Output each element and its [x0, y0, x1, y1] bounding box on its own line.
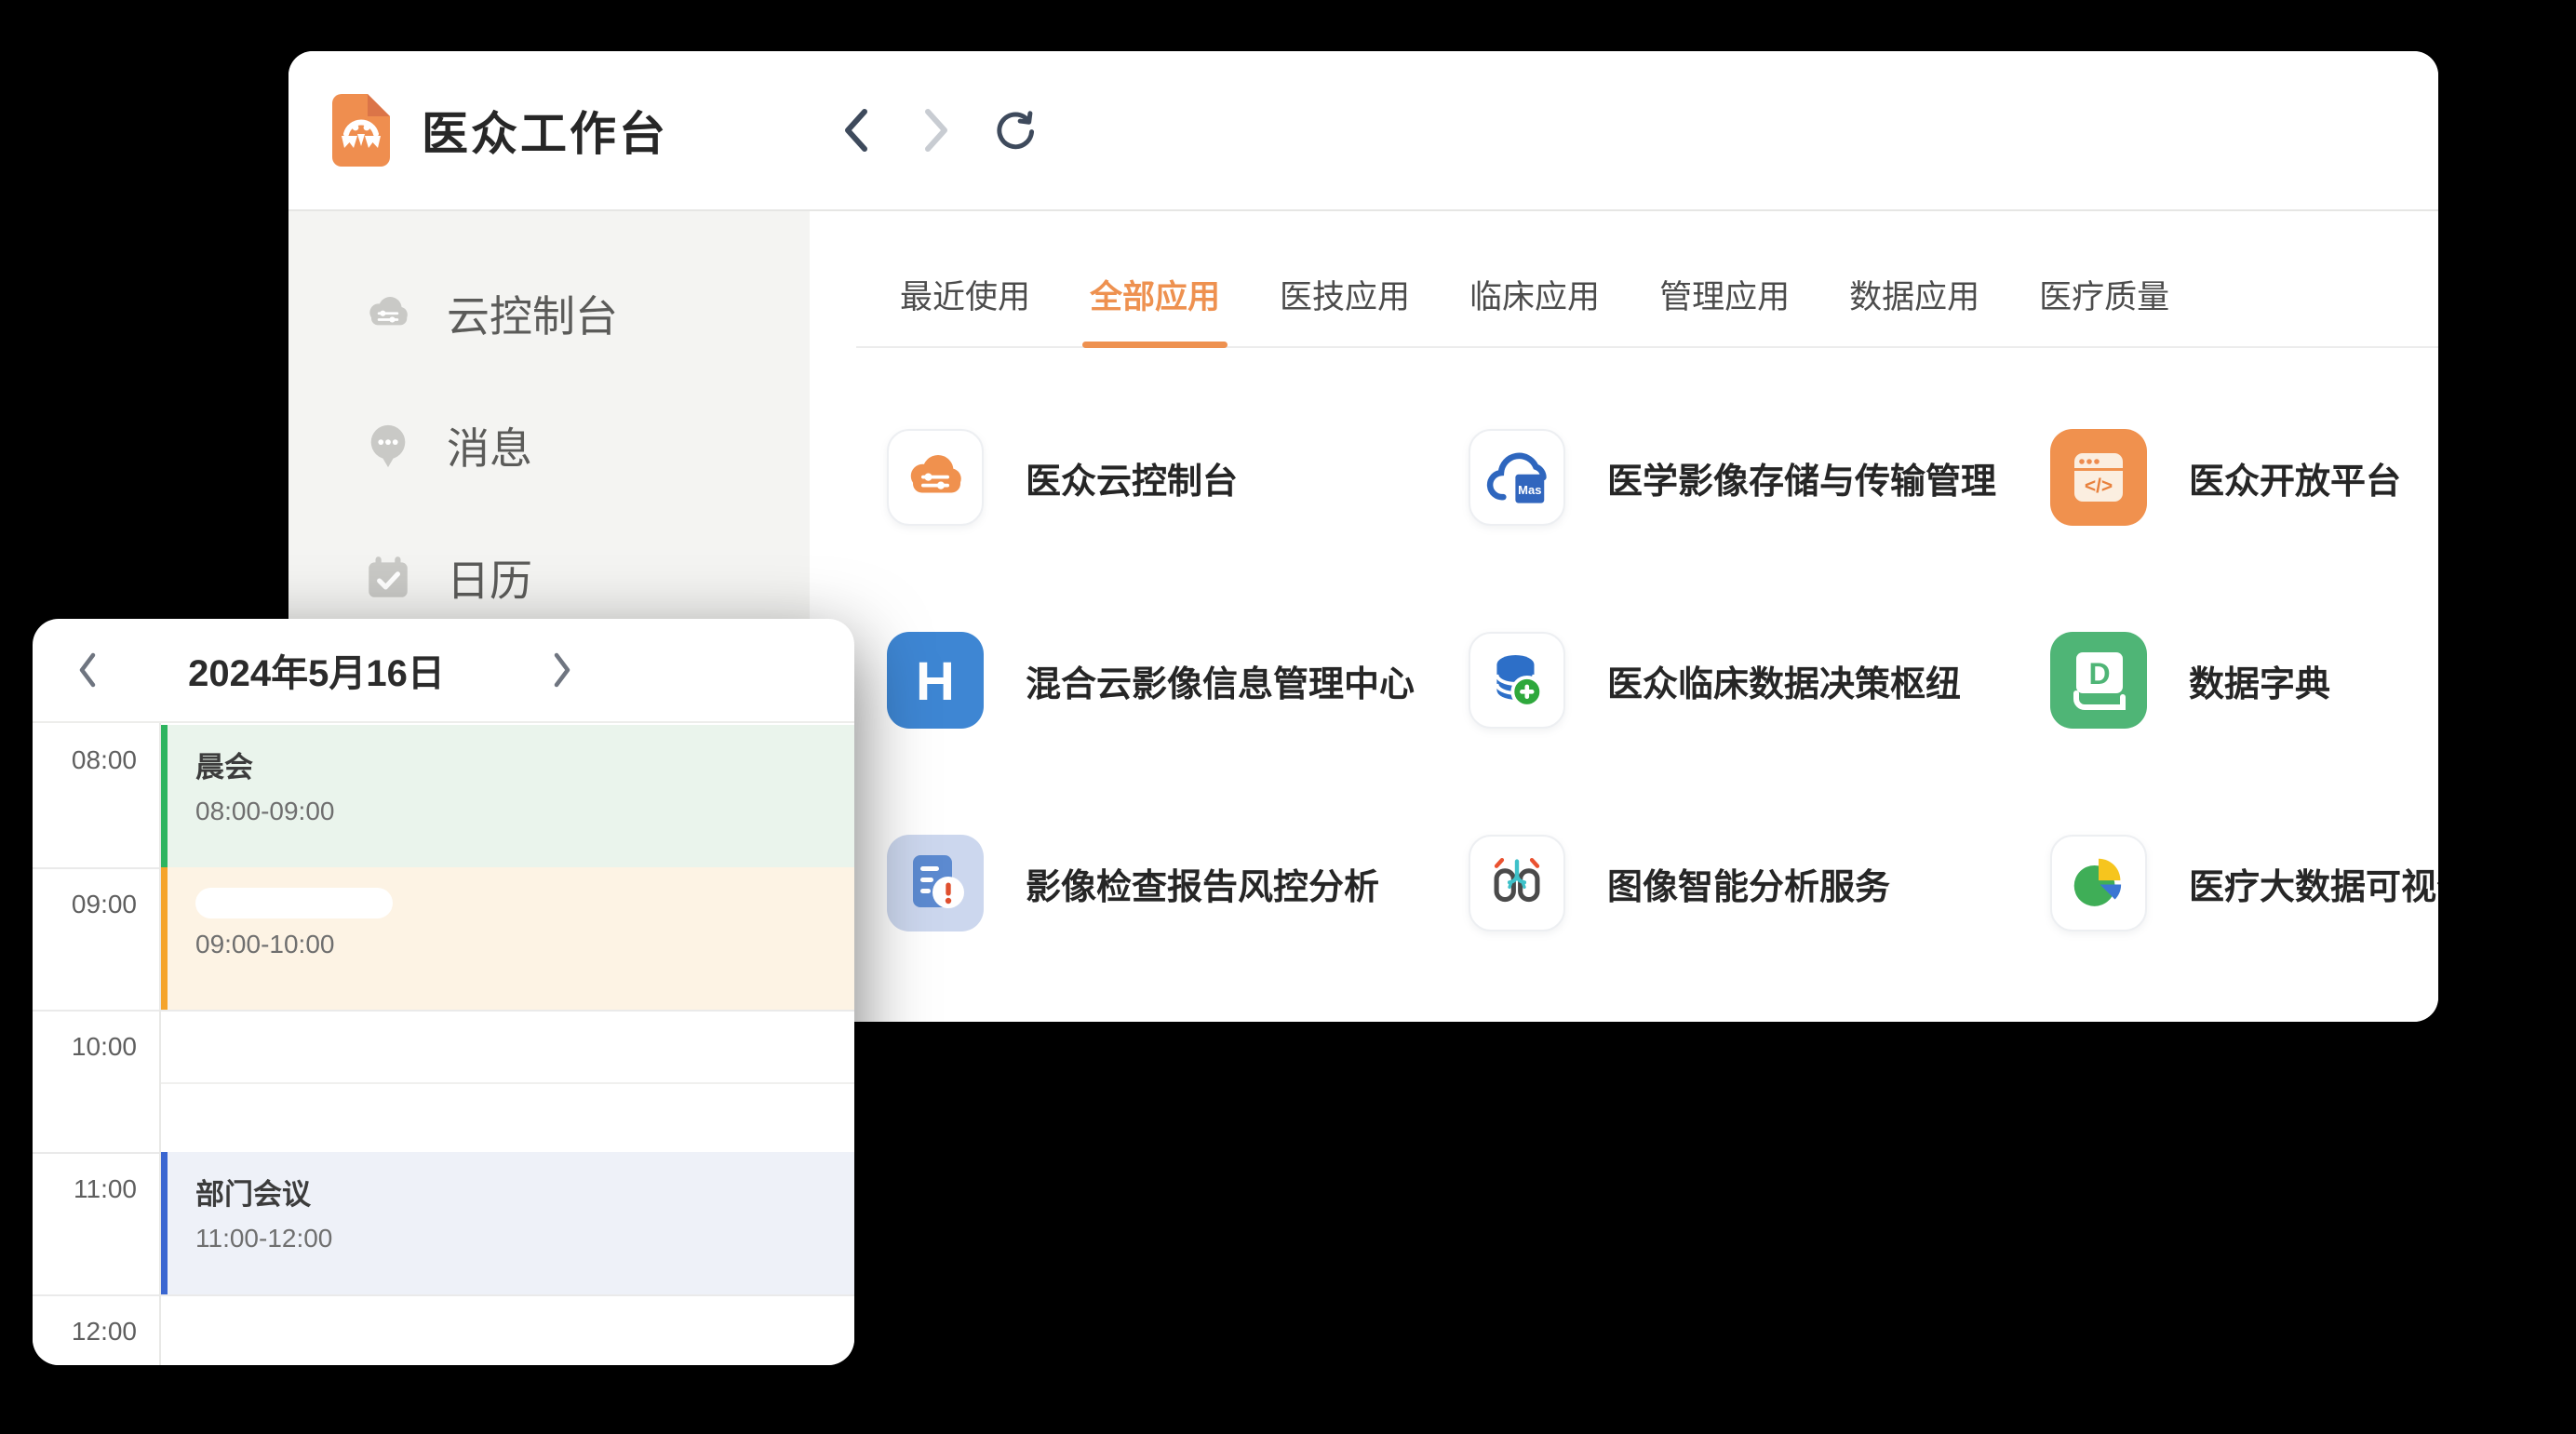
- time-label: 10:00: [33, 1032, 137, 1062]
- svg-text:D: D: [2088, 657, 2110, 690]
- app-big-data-visualization[interactable]: 医疗大数据可视化: [2050, 835, 2438, 931]
- app-clinical-data-hub[interactable]: 医众临床数据决策枢纽: [1469, 632, 2050, 729]
- title-bar: 医众工作台: [288, 51, 2438, 211]
- app-label: 混合云影像信息管理中心: [1026, 655, 1415, 706]
- screenshot-stage: 医众工作台: [0, 0, 2576, 1434]
- window-title: 医众工作台: [422, 97, 668, 164]
- half-hour-gridline: [161, 1082, 854, 1084]
- back-button[interactable]: [834, 101, 879, 160]
- cloud-mas-icon: Mas: [1469, 429, 1565, 526]
- app-label: 影像检查报告风控分析: [1026, 858, 1379, 909]
- time-label: 11:00: [33, 1174, 137, 1204]
- app-image-ai-analysis[interactable]: 图像智能分析服务: [1469, 835, 2050, 931]
- app-image-storage-transfer[interactable]: Mas 医学影像存储与传输管理: [1469, 429, 2050, 526]
- calendar-date-title: 2024年5月16日: [135, 643, 498, 697]
- browser-nav: [834, 51, 1039, 209]
- app-report-risk-analysis[interactable]: 影像检查报告风控分析: [887, 835, 1469, 931]
- app-label: 医众云控制台: [1026, 452, 1238, 503]
- tab-bar: 最近使用 全部应用 医技应用 临床应用 管理应用 数据应用 医疗质量: [856, 211, 2438, 348]
- svg-text:</>: </>: [2085, 476, 2113, 497]
- tab-clinical-apps[interactable]: 临床应用: [1469, 271, 1600, 346]
- event-time: 11:00-12:00: [195, 1224, 854, 1253]
- app-grid: 医众云控制台 Mas 医学影像存储与传输管理: [887, 429, 2438, 931]
- tab-all-apps[interactable]: 全部应用: [1090, 271, 1220, 346]
- event-time: 09:00-10:00: [195, 930, 854, 959]
- app-logo-icon: [332, 94, 390, 167]
- event-title: 部门会议: [195, 1171, 854, 1213]
- app-label: 医众开放平台: [2189, 452, 2401, 503]
- app-label: 数据字典: [2189, 655, 2330, 706]
- app-hybrid-cloud-imaging[interactable]: H 混合云影像信息管理中心: [887, 632, 1469, 729]
- app-label: 图像智能分析服务: [1607, 858, 1890, 909]
- letter-h-icon: H: [887, 632, 984, 729]
- app-cloud-console[interactable]: 医众云控制台: [887, 429, 1469, 526]
- database-plus-icon: [1469, 632, 1565, 729]
- event-time: 08:00-09:00: [195, 797, 854, 826]
- tab-recently-used[interactable]: 最近使用: [900, 271, 1030, 346]
- cloud-console-icon: [363, 288, 413, 339]
- open-platform-code-icon: </>: [2050, 429, 2147, 526]
- event-department-meeting[interactable]: 部门会议 11:00-12:00: [161, 1152, 854, 1294]
- svg-text:Mas: Mas: [1518, 483, 1541, 497]
- calendar-prev-button[interactable]: [64, 642, 109, 698]
- tab-medical-quality[interactable]: 医疗质量: [2039, 271, 2169, 346]
- chevron-left-icon: [840, 104, 872, 156]
- calendar-next-button[interactable]: [541, 642, 585, 698]
- pie-chart-icon: [2050, 835, 2147, 931]
- app-open-platform[interactable]: </> 医众开放平台: [2050, 429, 2438, 526]
- sidebar-item-messages[interactable]: 消息: [363, 401, 810, 490]
- cloud-sliders-icon: [887, 429, 984, 526]
- calendar-day-grid: 08:00 09:00 10:00 11:00 12:00 晨会 08:00-0…: [33, 723, 854, 1365]
- app-label: 医众临床数据决策枢纽: [1607, 655, 1961, 706]
- app-label: 医疗大数据可视化: [2189, 858, 2438, 909]
- sidebar-item-cloud-console[interactable]: 云控制台: [363, 269, 810, 358]
- chevron-right-icon: [920, 104, 952, 156]
- forward-button[interactable]: [914, 101, 959, 160]
- tab-data-apps[interactable]: 数据应用: [1849, 271, 1979, 346]
- time-label: 12:00: [33, 1317, 137, 1347]
- time-label: 08:00: [33, 745, 137, 775]
- refresh-button[interactable]: [994, 101, 1039, 160]
- refresh-icon: [994, 103, 1039, 157]
- sidebar-item-label: 消息: [447, 415, 532, 476]
- sidebar-item-label: 云控制台: [447, 283, 618, 344]
- event-title: 晨会: [195, 744, 854, 785]
- calendar-panel: 2024年5月16日 08:00 09:00 10:00 11:00: [33, 619, 854, 1365]
- app-label: 医学影像存储与传输管理: [1607, 452, 1996, 503]
- tab-management-apps[interactable]: 管理应用: [1659, 271, 1790, 346]
- message-icon: [363, 421, 413, 471]
- sidebar-item-label: 日历: [447, 547, 532, 609]
- tab-medtech-apps[interactable]: 医技应用: [1280, 271, 1410, 346]
- hour-row-1200[interactable]: 12:00: [33, 1294, 854, 1365]
- svg-text:H: H: [916, 651, 955, 712]
- time-label: 09:00: [33, 890, 137, 919]
- report-alert-icon: [887, 835, 984, 931]
- hour-row-1000[interactable]: 10:00: [33, 1010, 854, 1152]
- content-area: 最近使用 全部应用 医技应用 临床应用 管理应用 数据应用 医疗质量: [810, 211, 2438, 1022]
- event-morning-meeting[interactable]: 晨会 08:00-09:00: [161, 725, 854, 867]
- data-dictionary-icon: D: [2050, 632, 2147, 729]
- app-data-dictionary[interactable]: D 数据字典: [2050, 632, 2438, 729]
- sidebar-item-calendar[interactable]: 日历: [363, 533, 810, 623]
- chevron-right-icon: [551, 650, 575, 690]
- calendar-header: 2024年5月16日: [33, 619, 854, 723]
- chevron-left-icon: [74, 650, 99, 690]
- event-redacted[interactable]: 09:00-10:00: [161, 867, 854, 1010]
- redacted-title-pill: [195, 888, 393, 918]
- calendar-icon: [363, 553, 413, 603]
- lungs-icon: [1469, 835, 1565, 931]
